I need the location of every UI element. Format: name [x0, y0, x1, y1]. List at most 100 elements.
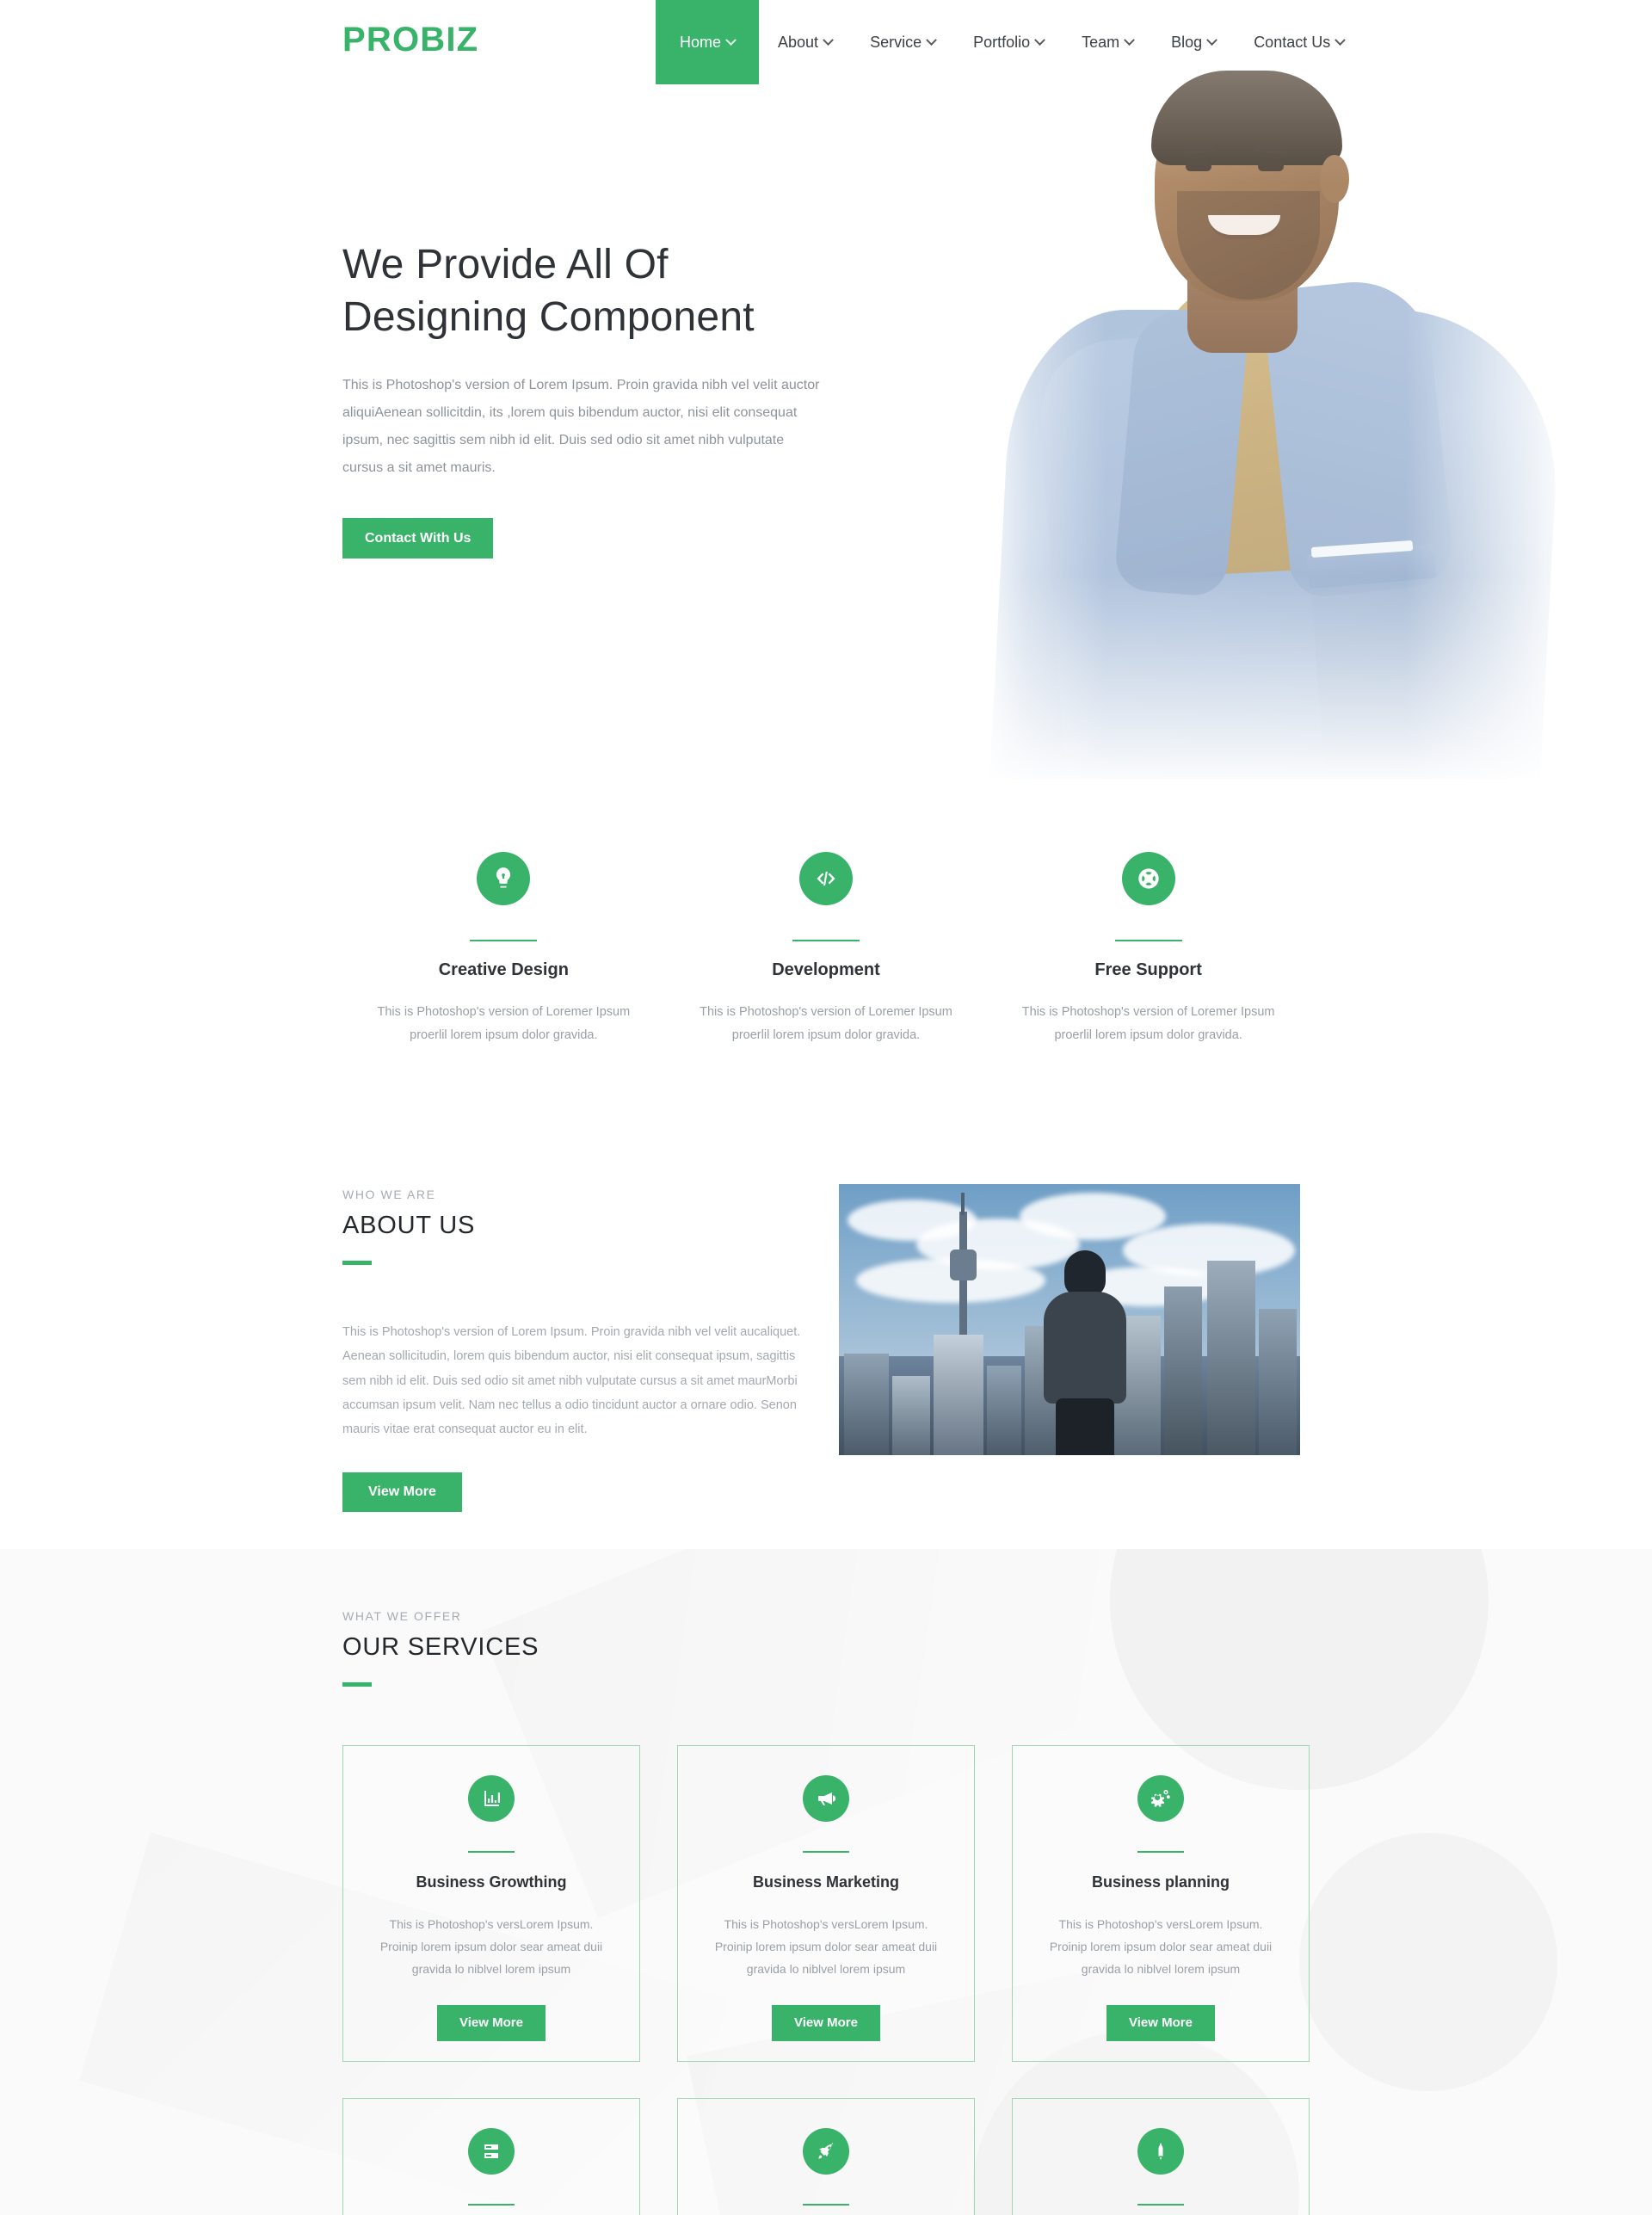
service-title: Business Growthing	[416, 1873, 567, 1891]
building-shape	[892, 1376, 930, 1455]
divider	[470, 940, 538, 941]
divider	[468, 2204, 515, 2206]
divider	[468, 1851, 515, 1853]
divider	[342, 1682, 372, 1687]
chevron-down-icon	[725, 34, 737, 46]
chevron-down-icon	[1034, 34, 1046, 46]
service-text: This is Photoshop's versLorem Ipsum. Pro…	[714, 1917, 938, 1976]
chevron-down-icon	[926, 34, 937, 46]
chevron-down-icon	[1124, 34, 1136, 46]
main-navigation: Home About Service Portfolio Team Blog C…	[656, 0, 1363, 84]
background-circle	[1299, 1833, 1557, 2091]
divider	[792, 940, 860, 941]
gears-icon	[1137, 1775, 1184, 1822]
nav-item-contact-us[interactable]: Contact Us	[1235, 0, 1363, 84]
hero-portrait-image	[974, 52, 1573, 779]
contact-with-us-button[interactable]: Contact With Us	[342, 517, 494, 559]
page-title: We Provide All Of Designing Component	[342, 239, 824, 344]
building-shape	[934, 1335, 983, 1455]
divider	[803, 1851, 849, 1853]
service-view-more-button[interactable]: View More	[437, 2004, 546, 2041]
building-shape	[1207, 1261, 1255, 1455]
service-view-more-button[interactable]: View More	[1106, 2004, 1215, 2041]
hero-title-line-1: We Provide All Of	[342, 242, 669, 287]
about-section: WHO WE ARE ABOUT US This is Photoshop's …	[0, 1177, 1652, 1549]
service-text: This is Photoshop's versLorem Ipsum. Pro…	[379, 1917, 603, 1976]
hero-paragraph: This is Photoshop's version of Lorem Ips…	[342, 377, 820, 475]
chevron-down-icon	[823, 34, 834, 46]
service-title: Business Marketing	[752, 1873, 900, 1891]
services-section: WHAT WE OFFER OUR SERVICES Business Grow…	[0, 1549, 1652, 2215]
nav-item-blog[interactable]: Blog	[1152, 0, 1235, 84]
service-card-business-marketing[interactable]: Business Marketing This is Photoshop's v…	[677, 1745, 975, 2062]
services-eyebrow: WHAT WE OFFER	[342, 1609, 462, 1623]
torso-shape	[1044, 1292, 1126, 1404]
services-grid: Business Growthing This is Photoshop's v…	[342, 1745, 1310, 2215]
hero-section: We Provide All Of Designing Component Th…	[0, 0, 1652, 785]
rocket-icon	[803, 2128, 849, 2175]
nav-label-portfolio: Portfolio	[973, 33, 1031, 51]
nav-label-contact-us: Contact Us	[1254, 33, 1331, 51]
building-shape	[844, 1354, 889, 1455]
building-shape	[987, 1366, 1021, 1455]
bar-chart-icon	[468, 1775, 515, 1822]
service-text: This is Photoshop's versLorem Ipsum. Pro…	[1049, 1917, 1273, 1976]
nav-item-portfolio[interactable]: Portfolio	[954, 0, 1063, 84]
server-icon	[468, 2128, 515, 2175]
service-card-business-planning[interactable]: Business planning This is Photoshop's ve…	[1012, 1745, 1310, 2062]
person-silhouette	[1039, 1250, 1131, 1455]
lifebuoy-icon	[1121, 852, 1175, 905]
feature-title: Free Support	[1094, 960, 1202, 979]
service-card-4[interactable]	[342, 2098, 640, 2215]
feature-title: Development	[772, 960, 880, 979]
divider	[1137, 2204, 1184, 2206]
nav-label-home: Home	[680, 33, 722, 51]
features-row: Creative Design This is Photoshop's vers…	[342, 852, 1310, 1047]
building-shape	[1164, 1286, 1202, 1455]
service-title: Business planning	[1091, 1873, 1230, 1891]
feature-title: Creative Design	[438, 960, 569, 979]
code-brackets-icon	[798, 852, 853, 905]
building-shape	[1259, 1309, 1297, 1455]
about-title: ABOUT US	[342, 1212, 476, 1239]
nav-item-home[interactable]: Home	[656, 0, 760, 84]
site-header: PROBIZ Home About Service Portfolio Team…	[0, 0, 1652, 84]
about-copy: WHO WE ARE ABOUT US This is Photoshop's …	[342, 1188, 824, 1512]
divider	[1114, 940, 1182, 941]
nav-label-about: About	[778, 33, 819, 51]
nav-label-team: Team	[1082, 33, 1120, 51]
lightbulb-icon	[477, 852, 531, 905]
landing-page: We Provide All Of Designing Component Th…	[0, 0, 1652, 2215]
nav-label-service: Service	[870, 33, 922, 51]
brand-logo[interactable]: PROBIZ	[342, 22, 478, 57]
service-card-business-growthing[interactable]: Business Growthing This is Photoshop's v…	[342, 1745, 640, 2062]
nav-item-about[interactable]: About	[759, 0, 851, 84]
service-card-5[interactable]	[677, 2098, 975, 2215]
pen-icon	[1137, 2128, 1184, 2175]
about-cityscape-image	[839, 1184, 1300, 1455]
chevron-down-icon	[1335, 34, 1347, 46]
divider	[342, 1261, 372, 1265]
feature-creative-design: Creative Design This is Photoshop's vers…	[342, 852, 665, 1047]
divider	[1137, 1851, 1184, 1853]
nav-item-service[interactable]: Service	[851, 0, 954, 84]
services-header: WHAT WE OFFER OUR SERVICES	[342, 1609, 539, 1687]
feature-text: This is Photoshop's version of Loremer I…	[377, 1005, 631, 1042]
feature-text: This is Photoshop's version of Loremer I…	[1021, 1005, 1275, 1042]
feature-text: This is Photoshop's version of Loremer I…	[700, 1005, 952, 1042]
hero-title-line-2: Designing Component	[342, 293, 755, 340]
service-view-more-button[interactable]: View More	[772, 2004, 880, 2041]
about-eyebrow: WHO WE ARE	[342, 1188, 436, 1201]
services-title: OUR SERVICES	[342, 1633, 539, 1661]
service-card-6[interactable]	[1012, 2098, 1310, 2215]
feature-development: Development This is Photoshop's version …	[665, 852, 988, 1047]
megaphone-icon	[803, 1775, 849, 1822]
nav-label-blog: Blog	[1171, 33, 1203, 51]
nav-item-team[interactable]: Team	[1063, 0, 1152, 84]
divider	[803, 2204, 849, 2206]
chevron-down-icon	[1206, 34, 1218, 46]
about-view-more-button[interactable]: View More	[342, 1472, 462, 1512]
head-shape	[1064, 1250, 1106, 1297]
legs-shape	[1056, 1398, 1114, 1455]
kl-tower-shape	[950, 1193, 977, 1341]
